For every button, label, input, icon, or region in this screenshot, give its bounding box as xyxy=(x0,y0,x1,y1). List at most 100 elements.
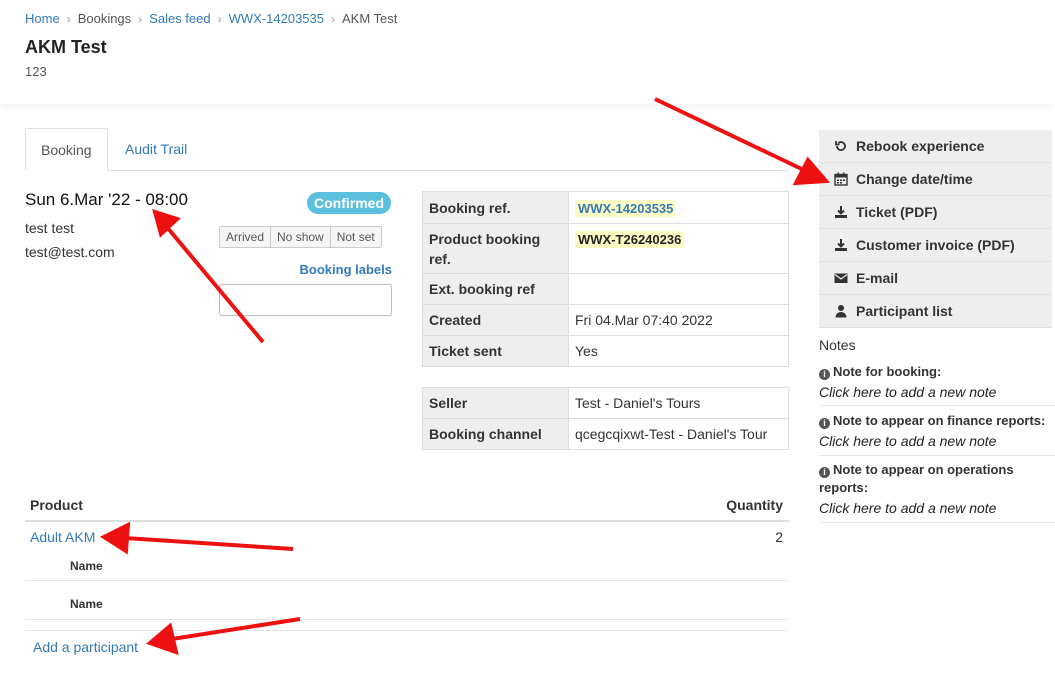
seller-key: Seller xyxy=(422,387,569,419)
breadcrumb-separator: › xyxy=(138,12,143,26)
tab-audit-trail[interactable]: Audit Trail xyxy=(110,128,202,171)
change-datetime-button[interactable]: Change date/time xyxy=(819,163,1052,196)
detail-value: Fri 04.Mar 07:40 2022 xyxy=(568,304,789,336)
breadcrumb-sales-feed-link[interactable]: Sales feed xyxy=(149,11,210,26)
attendance-button-group: Arrived No show Not set xyxy=(219,226,382,248)
add-participant-link[interactable]: Add a participant xyxy=(33,639,138,655)
action-label: Participant list xyxy=(856,303,953,319)
breadcrumb-current: AKM Test xyxy=(342,11,398,26)
participant-name-label: Name xyxy=(70,597,103,611)
breadcrumb-booking-ref-link[interactable]: WWX-14203535 xyxy=(229,11,324,26)
breadcrumb-separator: › xyxy=(66,12,71,26)
participant-row: Name xyxy=(25,555,789,581)
envelope-icon xyxy=(834,273,848,283)
no-show-button[interactable]: No show xyxy=(271,227,331,247)
booking-channel-row: Booking channel qcegcqixwt-Test - Daniel… xyxy=(422,418,789,450)
download-icon xyxy=(835,206,847,218)
user-icon xyxy=(835,305,847,318)
arrived-button[interactable]: Arrived xyxy=(220,227,272,247)
product-booking-ref-value: WWX-T26240236 xyxy=(575,231,685,248)
detail-value: Yes xyxy=(568,335,789,367)
breadcrumb-bookings: Bookings xyxy=(77,11,132,26)
action-label: Customer invoice (PDF) xyxy=(856,237,1015,253)
detail-row-product-booking-ref: Product booking ref. WWX-T26240236 xyxy=(422,223,789,274)
product-column-header: Product xyxy=(30,497,83,513)
page-header: Home › Bookings › Sales feed › WWX-14203535 › AK… xyxy=(0,0,1055,104)
add-note-link[interactable]: Click here to add a new note xyxy=(819,382,1055,402)
participant-name-label: Name xyxy=(70,559,103,573)
customer-email: test@test.com xyxy=(25,244,115,260)
detail-value xyxy=(568,273,789,305)
download-icon xyxy=(835,239,847,251)
tab-booking[interactable]: Booking xyxy=(25,128,108,171)
email-button[interactable]: E-mail xyxy=(819,262,1052,295)
status-badge: Confirmed xyxy=(307,192,391,214)
detail-key: Ext. booking ref xyxy=(422,273,569,305)
seller-table: Seller Test - Daniel's Tours Booking cha… xyxy=(422,387,789,450)
add-note-link[interactable]: Click here to add a new note xyxy=(819,431,1055,451)
detail-key: Product booking ref. xyxy=(422,223,569,274)
action-label: Rebook experience xyxy=(856,138,985,154)
booking-labels-input[interactable] xyxy=(219,284,392,316)
product-name-link[interactable]: Adult AKM xyxy=(30,529,95,545)
customer-name: test test xyxy=(25,220,75,236)
booking-labels-link[interactable]: Booking labels xyxy=(300,262,392,277)
actions-panel: Rebook experience Change date/time Ticke… xyxy=(819,130,1052,328)
detail-row-booking-ref: Booking ref. WWX-14203535 xyxy=(422,191,789,224)
note-title-text: Note to appear on operations reports: xyxy=(819,462,1014,495)
detail-key: Ticket sent xyxy=(422,335,569,367)
rebook-experience-button[interactable]: Rebook experience xyxy=(819,130,1052,163)
note-title: i Note for booking: xyxy=(819,363,1055,381)
add-note-link[interactable]: Click here to add a new note xyxy=(819,498,1055,518)
detail-row-ext-booking-ref: Ext. booking ref xyxy=(422,273,789,305)
not-set-button[interactable]: Not set xyxy=(330,227,381,247)
detail-key: Created xyxy=(422,304,569,336)
notes-title: Notes xyxy=(819,337,856,353)
detail-key: Booking ref. xyxy=(422,191,569,224)
calendar-icon xyxy=(834,172,848,186)
page-subtitle: 123 xyxy=(25,64,47,79)
participant-row: Name xyxy=(25,581,789,620)
note-booking: i Note for booking: Click here to add a n… xyxy=(819,363,1055,406)
note-operations: i Note to appear on operations reports: C… xyxy=(819,461,1055,523)
note-title: i Note to appear on finance reports: xyxy=(819,412,1055,430)
note-title-text: Note for booking: xyxy=(833,364,942,379)
quantity-column-header: Quantity xyxy=(726,497,783,513)
arrow-head xyxy=(152,208,181,238)
customer-invoice-pdf-button[interactable]: Customer invoice (PDF) xyxy=(819,229,1052,262)
tab-bar: Booking Audit Trail xyxy=(25,128,789,171)
booking-ref-link[interactable]: WWX-14203535 xyxy=(575,199,677,217)
action-label: E-mail xyxy=(856,270,899,286)
booking-channel-value: qcegcqixwt-Test - Daniel's Tour xyxy=(568,418,789,450)
note-title: i Note to appear on operations reports: xyxy=(819,461,1049,497)
breadcrumb-separator: › xyxy=(331,12,335,26)
seller-row: Seller Test - Daniel's Tours xyxy=(422,387,789,419)
add-participant-row: Add a participant xyxy=(25,630,789,655)
action-label: Ticket (PDF) xyxy=(856,204,938,220)
detail-value: WWX-14203535 xyxy=(568,191,789,224)
participant-list-button[interactable]: Participant list xyxy=(819,295,1052,328)
breadcrumb-separator: › xyxy=(217,12,222,26)
breadcrumb: Home › Bookings › Sales feed › WWX-14203535 › AK… xyxy=(25,11,397,26)
seller-value: Test - Daniel's Tours xyxy=(568,387,789,419)
booking-channel-key: Booking channel xyxy=(422,418,569,450)
action-label: Change date/time xyxy=(856,171,973,187)
note-title-text: Note to appear on finance reports: xyxy=(833,413,1046,428)
booking-datetime: Sun 6.Mar '22 - 08:00 xyxy=(25,190,188,209)
detail-row-ticket-sent: Ticket sent Yes xyxy=(422,335,789,367)
arrow-to-add-participant xyxy=(171,617,301,641)
breadcrumb-home-link[interactable]: Home xyxy=(25,11,60,26)
product-table-header: Product Quantity xyxy=(25,490,789,522)
product-quantity: 2 xyxy=(775,529,783,545)
info-icon: i xyxy=(819,369,830,380)
info-icon: i xyxy=(819,418,830,429)
note-finance: i Note to appear on finance reports: Clic… xyxy=(819,412,1055,456)
rebook-icon xyxy=(835,141,846,151)
detail-row-created: Created Fri 04.Mar 07:40 2022 xyxy=(422,304,789,336)
booking-details-table: Booking ref. WWX-14203535 Product bookin… xyxy=(422,191,789,367)
page-title: AKM Test xyxy=(25,37,107,57)
ticket-pdf-button[interactable]: Ticket (PDF) xyxy=(819,196,1052,229)
product-row: Adult AKM 2 xyxy=(25,522,789,554)
info-icon: i xyxy=(819,467,830,478)
detail-value: WWX-T26240236 xyxy=(568,223,789,274)
